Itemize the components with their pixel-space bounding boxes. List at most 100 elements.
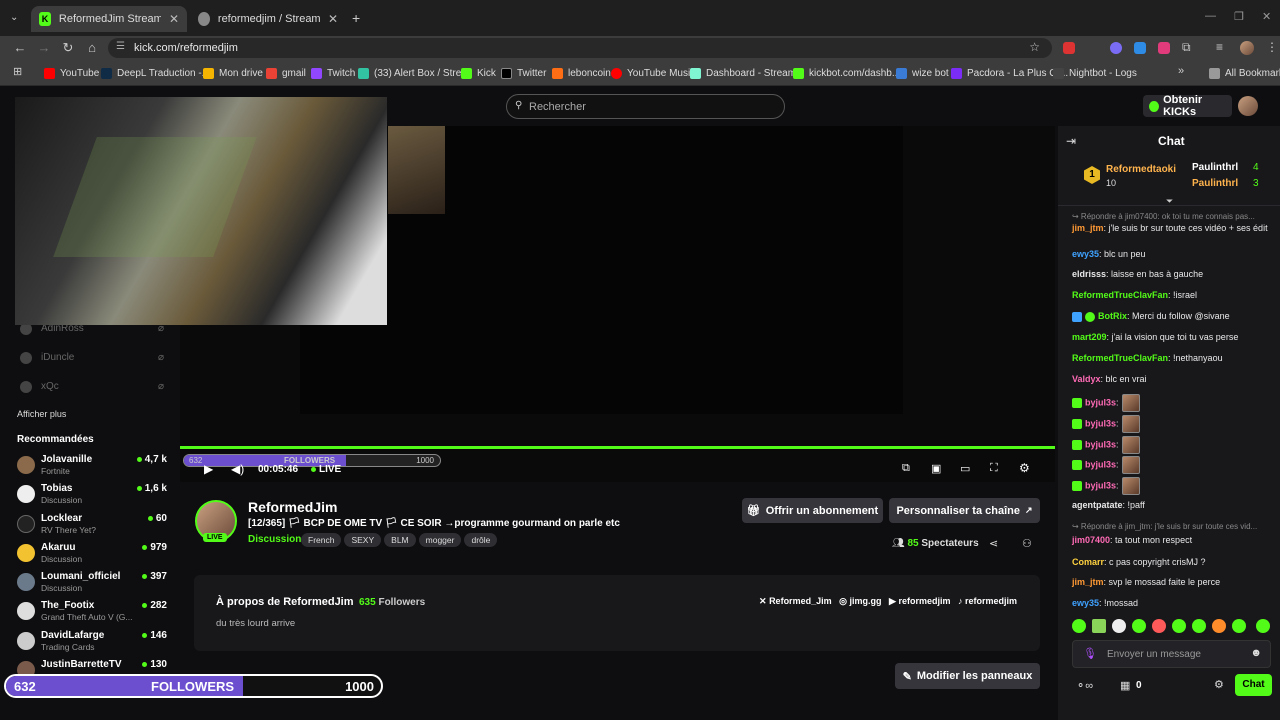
chat-message[interactable]: byjul3s: (1072, 394, 1272, 412)
chat-username[interactable]: jim_jtm (1072, 577, 1104, 587)
sidebar-item-locklear[interactable]: Locklear RV There Yet? 60 (17, 513, 167, 537)
social-instagram-link[interactable]: jimg.gg (849, 596, 881, 606)
bookmark-item[interactable]: Mon drive (203, 65, 263, 81)
bookmark-item[interactable]: wize bot (896, 65, 949, 81)
chat-message[interactable]: agentpatate: !paff (1072, 499, 1272, 512)
chat-username[interactable]: ewy35 (1072, 598, 1099, 608)
community-icon[interactable]: ⚬∞ (1076, 679, 1093, 692)
tag[interactable]: drôle (464, 533, 498, 547)
edit-panels-button[interactable]: ✎ Modifier les panneaux (895, 663, 1040, 689)
customize-channel-button[interactable]: Personnaliser ta chaîne ↗ (889, 498, 1040, 523)
emote-icon[interactable] (1152, 619, 1166, 633)
chat-username[interactable]: byjul3s (1085, 459, 1116, 469)
chat-message[interactable]: jim07400: ta tout mon respect (1072, 534, 1272, 547)
all-bookmarks[interactable]: All Bookmarks (1209, 65, 1280, 81)
play-icon[interactable]: ▶ (204, 462, 213, 476)
chat-message[interactable]: Valdyx: blc en vrai (1072, 373, 1272, 386)
chat-username[interactable]: byjul3s (1085, 397, 1116, 407)
apps-icon[interactable]: ⊞ (13, 65, 22, 78)
chat-username[interactable]: ReformedTrueClavFan (1072, 353, 1168, 363)
extension-icon[interactable] (1134, 42, 1146, 54)
sidebar-item-offline[interactable]: xQc ⌀ (17, 380, 167, 400)
chat-message[interactable]: ReformedTrueClavFan: !nethanyaou (1072, 352, 1272, 365)
chat-settings-icon[interactable]: ⚙ (1214, 678, 1224, 691)
leader-name[interactable]: Paulinthrl (1192, 162, 1238, 173)
get-kicks-button[interactable]: Obtenir KICKs (1143, 94, 1232, 118)
chat-input[interactable]: 🎙︎ Envoyer un message ☻ (1072, 640, 1271, 668)
chat-message[interactable]: BotRix: Merci du follow @sivane (1072, 310, 1272, 323)
emote-icon[interactable] (1172, 619, 1186, 633)
chat-message[interactable]: byjul3s: (1072, 477, 1272, 495)
progress-bar[interactable] (180, 446, 1055, 449)
minimize-button[interactable]: — (1205, 10, 1216, 22)
bookmark-item[interactable]: gmail (266, 65, 306, 81)
bookmark-item[interactable]: Pacdora - La Plus Gr... (951, 65, 1068, 81)
chat-message[interactable]: byjul3s: (1072, 436, 1272, 454)
maximize-button[interactable]: ❐ (1234, 10, 1244, 23)
pip-icon[interactable]: ▣ (931, 462, 941, 475)
sidebar-item-akaruu[interactable]: Akaruu Discussion 979 (17, 542, 167, 566)
bookmark-item[interactable]: leboncoin (552, 65, 611, 81)
emote-icon[interactable] (1232, 619, 1246, 633)
extension-icon[interactable] (1063, 42, 1075, 54)
bookmark-item[interactable]: Dashboard - Stream... (690, 65, 804, 81)
emote-icon[interactable] (1132, 619, 1146, 633)
sidebar-item-tobias[interactable]: Tobias Discussion 1,6 k (17, 483, 167, 507)
bookmark-item[interactable]: (33) Alert Box / Stre... (358, 65, 470, 81)
bookmark-item[interactable]: YouTube Music (611, 65, 695, 81)
profile-avatar[interactable] (1240, 41, 1254, 55)
chat-username[interactable]: byjul3s (1085, 439, 1116, 449)
chat-username[interactable]: byjul3s (1085, 418, 1116, 428)
share-icon[interactable]: ⋖ (989, 537, 998, 550)
channel-name[interactable]: ReformedJim (248, 499, 337, 515)
chat-message[interactable]: ewy35: !mossad (1072, 597, 1272, 610)
social-x-link[interactable]: Reformed_Jim (769, 596, 832, 606)
chat-username[interactable]: jim07400 (1072, 535, 1110, 545)
bookmark-item[interactable]: YouTube (44, 65, 99, 81)
chat-username[interactable]: Valdyx (1072, 374, 1101, 384)
chat-username[interactable]: ReformedTrueClavFan (1072, 290, 1168, 300)
social-youtube-link[interactable]: reformedjim (898, 596, 950, 606)
bookmark-item[interactable]: DeepL Traduction -... (101, 65, 210, 81)
fullscreen-icon[interactable]: ⛶ (990, 462, 998, 475)
close-icon[interactable]: ✕ (169, 12, 179, 26)
expand-icon[interactable]: ⏷ (1166, 196, 1173, 207)
close-icon[interactable]: ✕ (328, 12, 338, 26)
microphone-icon[interactable]: 🎙︎ (1083, 647, 1097, 660)
chat-message[interactable]: mart209: j'ai la vision que toi tu vas p… (1072, 331, 1272, 344)
user-avatar[interactable] (1238, 96, 1258, 116)
clip-icon[interactable]: ⧉ (902, 462, 910, 475)
bookmark-item[interactable]: Kick (461, 65, 496, 81)
tag[interactable]: mogger (418, 533, 462, 547)
chat-username[interactable]: BotRix (1098, 311, 1127, 321)
tag[interactable]: SEXY (344, 533, 382, 547)
address-bar[interactable]: ☰ kick.com/reformedjim ☆ (108, 38, 1052, 58)
chat-message[interactable]: jim_jtm: j'le suis br sur toute ces vidé… (1072, 222, 1272, 235)
gift-sub-button[interactable]: 🎁︎ Offrir un abonnement (742, 498, 883, 523)
emoji-picker-icon[interactable]: ☻ (1250, 647, 1262, 659)
emote-icon[interactable] (1112, 619, 1126, 633)
chat-username[interactable]: byjul3s (1085, 480, 1116, 490)
show-more-link[interactable]: Afficher plus (17, 409, 66, 419)
extension-icon[interactable] (1158, 42, 1170, 54)
sidebar-item-loumani[interactable]: Loumani_officiel Discussion 397 (17, 571, 167, 595)
close-window-button[interactable]: ✕ (1262, 10, 1271, 23)
forward-icon[interactable]: → (36, 40, 52, 56)
bookmark-item[interactable]: Twitter (501, 65, 546, 81)
chat-username[interactable]: mart209 (1072, 332, 1107, 342)
social-tiktok-link[interactable]: reformedjim (965, 596, 1017, 606)
menu-icon[interactable]: ⋮ (1266, 40, 1278, 54)
media-icon[interactable]: ≡ (1216, 40, 1223, 54)
tab-streamlabs[interactable]: reformedjim / Streamlabs ✕ (190, 6, 346, 32)
stream-category[interactable]: Discussion (248, 534, 301, 545)
sidebar-item-the-footix[interactable]: The_Footix Grand Theft Auto V (G... 282 (17, 600, 167, 624)
bookmark-item[interactable]: Nightbot - Logs (1053, 65, 1137, 81)
kicks-store-icon[interactable]: ▦ (1120, 679, 1130, 692)
leader-name[interactable]: Reformedtaoki (1106, 164, 1176, 175)
bookmark-item[interactable]: Twitch (311, 65, 355, 81)
emote-icon[interactable] (1092, 619, 1106, 633)
sidebar-item-davidlafarge[interactable]: DavidLafarge Trading Cards 146 (17, 630, 167, 654)
chat-username[interactable]: agentpatate (1072, 500, 1123, 510)
volume-icon[interactable]: ◀︎) (231, 462, 244, 476)
chat-message[interactable]: ReformedTrueClavFan: !israel (1072, 289, 1272, 302)
